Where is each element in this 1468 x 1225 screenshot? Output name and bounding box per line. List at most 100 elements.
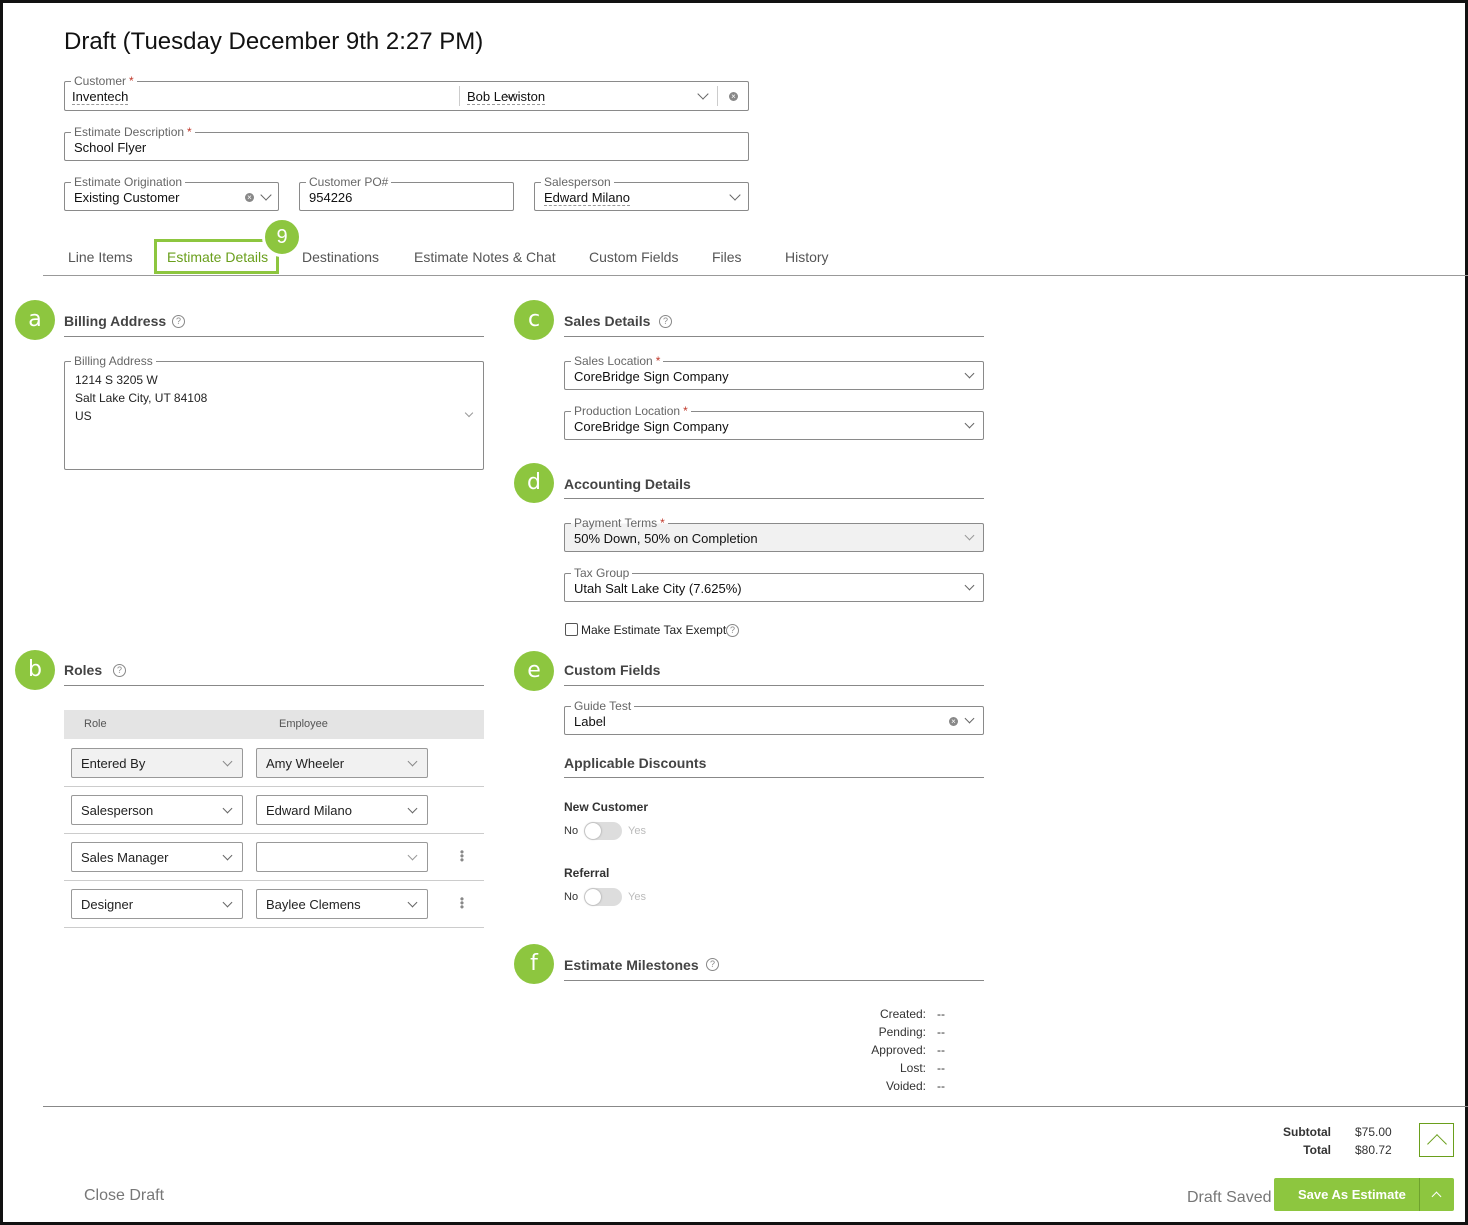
billing-address-label: Billing Address	[71, 354, 156, 368]
role-select[interactable]: Salesperson	[71, 795, 243, 825]
customer-field[interactable]: Customer * Inventech Bob Lewiston ×	[64, 74, 749, 111]
chevron-down-icon[interactable]	[407, 897, 418, 908]
milestone-value: --	[937, 1025, 945, 1039]
tab-history[interactable]: History	[785, 249, 829, 265]
tab-estimate-details[interactable]: Estimate Details	[167, 249, 268, 265]
divider	[459, 86, 460, 106]
payment-terms-value: 50% Down, 50% on Completion	[574, 531, 758, 546]
help-icon[interactable]: ?	[113, 664, 126, 677]
salesperson-field[interactable]: Salesperson Edward Milano	[534, 175, 749, 211]
employee-select[interactable]: Baylee Clemens	[256, 889, 428, 919]
chevron-down-icon[interactable]	[260, 189, 272, 201]
chevron-down-icon[interactable]	[407, 850, 418, 861]
help-icon[interactable]: ?	[172, 315, 185, 328]
chevron-down-icon[interactable]	[464, 408, 474, 418]
draft-saved-status: Draft Saved	[1187, 1189, 1272, 1206]
role-select[interactable]: Sales Manager	[71, 842, 243, 872]
save-as-estimate-label: Save As Estimate	[1298, 1187, 1406, 1202]
help-icon[interactable]: ?	[659, 315, 672, 328]
role-value: Sales Manager	[81, 850, 169, 865]
employee-select[interactable]	[256, 842, 428, 872]
guide-test-value: Label	[574, 714, 606, 729]
role-value: Designer	[81, 897, 134, 912]
role-select[interactable]: Designer	[71, 889, 243, 919]
scroll-top-button[interactable]	[1419, 1123, 1454, 1157]
section-divider	[564, 777, 984, 778]
row-divider	[64, 880, 484, 881]
billing-address-field[interactable]: Billing Address 1214 S 3205 W Salt Lake …	[64, 354, 484, 470]
chevron-up-icon[interactable]	[1431, 1191, 1442, 1202]
tax-group-field[interactable]: Tax Group Utah Salt Lake City (7.625%)	[564, 566, 984, 602]
page-title: Draft (Tuesday December 9th 2:27 PM)	[64, 28, 484, 55]
clear-icon[interactable]: ×	[949, 717, 958, 726]
employee-value: Edward Milano	[266, 803, 352, 818]
tab-custom-fields[interactable]: Custom Fields	[589, 249, 678, 265]
discounts-heading: Applicable Discounts	[564, 755, 707, 771]
sales-location-value: CoreBridge Sign Company	[574, 369, 729, 384]
chevron-down-icon[interactable]	[729, 189, 741, 201]
sales-location-field[interactable]: Sales Location * CoreBridge Sign Company	[564, 354, 984, 390]
origination-label: Estimate Origination	[71, 175, 186, 189]
tab-destinations[interactable]: Destinations	[302, 249, 379, 265]
close-draft-button[interactable]: Close Draft	[84, 1187, 164, 1205]
help-icon[interactable]: ?	[726, 624, 739, 637]
description-value: School Flyer	[74, 140, 147, 155]
employee-select[interactable]: Amy Wheeler	[256, 748, 428, 778]
tax-group-value: Utah Salt Lake City (7.625%)	[574, 581, 742, 596]
chevron-down-icon[interactable]	[222, 897, 233, 908]
toggle-no-label: No	[564, 825, 579, 837]
toggle-no-label: No	[564, 891, 579, 903]
po-label: Customer PO#	[306, 175, 392, 189]
payment-terms-label: Payment Terms	[574, 516, 658, 530]
estimate-description-field[interactable]: Estimate Description * School Flyer	[64, 125, 749, 161]
tab-files[interactable]: Files	[712, 249, 742, 265]
chevron-down-icon[interactable]	[964, 418, 975, 429]
tax-exempt-label: Make Estimate Tax Exempt	[581, 623, 727, 637]
section-divider	[564, 498, 984, 499]
chevron-down-icon[interactable]	[407, 756, 418, 767]
milestone-value: --	[937, 1061, 945, 1075]
customer-value: Inventech	[72, 89, 129, 105]
kebab-icon[interactable]: • • •	[459, 846, 465, 866]
chevron-down-icon[interactable]	[407, 803, 418, 814]
estimate-origination-field[interactable]: Estimate Origination Existing Customer ×	[64, 175, 279, 211]
production-location-label: Production Location	[574, 404, 681, 418]
chevron-down-icon[interactable]	[964, 713, 975, 724]
col-employee: Employee	[279, 718, 328, 730]
chevron-down-icon[interactable]	[964, 368, 975, 379]
role-value: Entered By	[81, 756, 146, 771]
required-mark: *	[129, 74, 134, 88]
chevron-down-icon[interactable]	[222, 850, 233, 861]
guide-test-field[interactable]: Guide Test Label ×	[564, 699, 984, 735]
address-line: 1214 S 3205 W	[75, 373, 158, 387]
col-role: Role	[84, 718, 107, 730]
tax-exempt-checkbox[interactable]	[565, 623, 578, 636]
kebab-icon[interactable]: • • •	[459, 893, 465, 913]
tab-line-items[interactable]: Line Items	[68, 249, 133, 265]
save-as-estimate-button[interactable]: Save As Estimate	[1274, 1178, 1454, 1211]
chevron-down-icon[interactable]	[964, 580, 975, 591]
section-divider	[564, 980, 984, 981]
referral-toggle[interactable]	[584, 888, 622, 906]
milestone-value: --	[937, 1043, 945, 1057]
production-location-field[interactable]: Production Location * CoreBridge Sign Com…	[564, 404, 984, 440]
contact-value[interactable]: Bob Lewiston	[467, 89, 546, 105]
chevron-down-icon[interactable]	[222, 803, 233, 814]
salesperson-value: Edward Milano	[544, 190, 630, 206]
chevron-down-icon	[222, 756, 233, 767]
milestones-heading: Estimate Milestones	[564, 957, 699, 973]
new-customer-toggle[interactable]	[584, 822, 622, 840]
tab-notes-chat[interactable]: Estimate Notes & Chat	[414, 249, 556, 265]
employee-value: Baylee Clemens	[266, 897, 361, 912]
employee-select[interactable]: Edward Milano	[256, 795, 428, 825]
production-location-value: CoreBridge Sign Company	[574, 419, 729, 434]
chevron-down-icon	[964, 530, 975, 541]
clear-icon[interactable]: ×	[729, 92, 738, 101]
clear-icon[interactable]: ×	[245, 193, 254, 202]
row-divider	[64, 833, 484, 834]
chevron-down-icon[interactable]	[697, 88, 709, 100]
help-icon[interactable]: ?	[706, 958, 719, 971]
customer-label: Customer	[74, 74, 127, 88]
sales-heading: Sales Details	[564, 313, 651, 329]
customer-po-field[interactable]: Customer PO# 954226	[299, 175, 514, 211]
